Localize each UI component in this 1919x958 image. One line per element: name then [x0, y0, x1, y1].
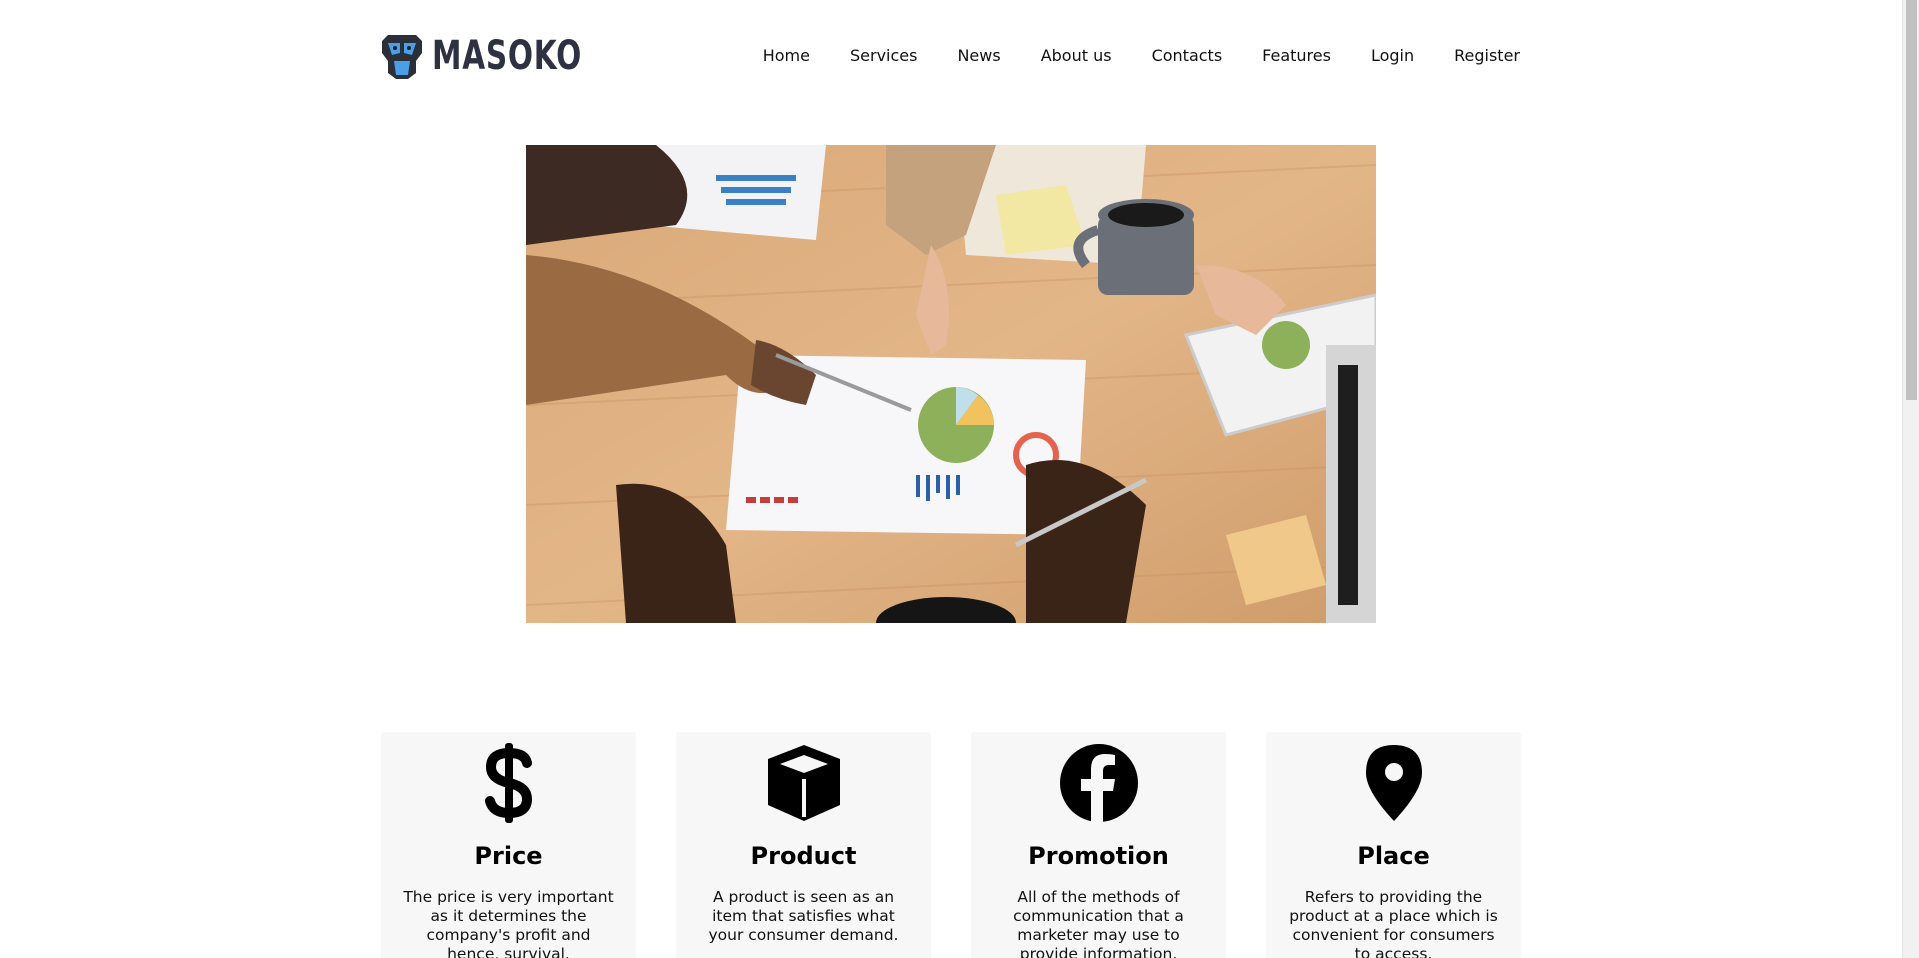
- facebook-icon: [1059, 744, 1138, 823]
- card-price: Price The price is very important as it …: [381, 732, 636, 958]
- card-text: The price is very important as it determ…: [403, 888, 614, 958]
- card-product: Product A product is seen as an item tha…: [676, 732, 931, 958]
- cube-icon: [767, 745, 840, 821]
- logo[interactable]: MASOKO: [380, 30, 635, 82]
- card-promotion: Promotion All of the methods of communic…: [971, 732, 1226, 958]
- scrollbar-thumb[interactable]: [1906, 0, 1917, 400]
- map-pin-icon: [1365, 745, 1422, 821]
- nav-features[interactable]: Features: [1262, 44, 1331, 68]
- card-place: Place Refers to providing the product at…: [1266, 732, 1521, 958]
- card-text: Refers to providing the product at a pla…: [1289, 888, 1498, 958]
- nav-login[interactable]: Login: [1371, 44, 1414, 68]
- card-title: Price: [474, 842, 543, 870]
- card-title: Promotion: [1028, 842, 1169, 870]
- page: MASOKO Home Services News About us Conta…: [0, 0, 1902, 958]
- card-text: A product is seen as an item that satisf…: [708, 888, 899, 944]
- features-cards: Price The price is very important as it …: [381, 732, 1521, 958]
- logo-text: MASOKO: [432, 33, 583, 79]
- card-title: Product: [750, 842, 857, 870]
- nav-contacts[interactable]: Contacts: [1152, 44, 1223, 68]
- hero-illustration: [526, 145, 1376, 623]
- dollar-icon: [484, 743, 532, 823]
- card-text: All of the methods of communication that…: [1013, 888, 1184, 958]
- hero-image: [526, 145, 1376, 623]
- nav-news[interactable]: News: [957, 44, 1000, 68]
- vertical-scrollbar[interactable]: [1902, 0, 1919, 958]
- card-title: Place: [1357, 842, 1430, 870]
- nav-services[interactable]: Services: [850, 44, 917, 68]
- masoko-logo-icon: [382, 35, 422, 79]
- nav-about-us[interactable]: About us: [1041, 44, 1112, 68]
- nav-home[interactable]: Home: [763, 44, 810, 68]
- main-nav: Home Services News About us Contacts Fea…: [723, 44, 1520, 68]
- nav-register[interactable]: Register: [1454, 44, 1520, 68]
- site-header: MASOKO Home Services News About us Conta…: [380, 30, 1520, 82]
